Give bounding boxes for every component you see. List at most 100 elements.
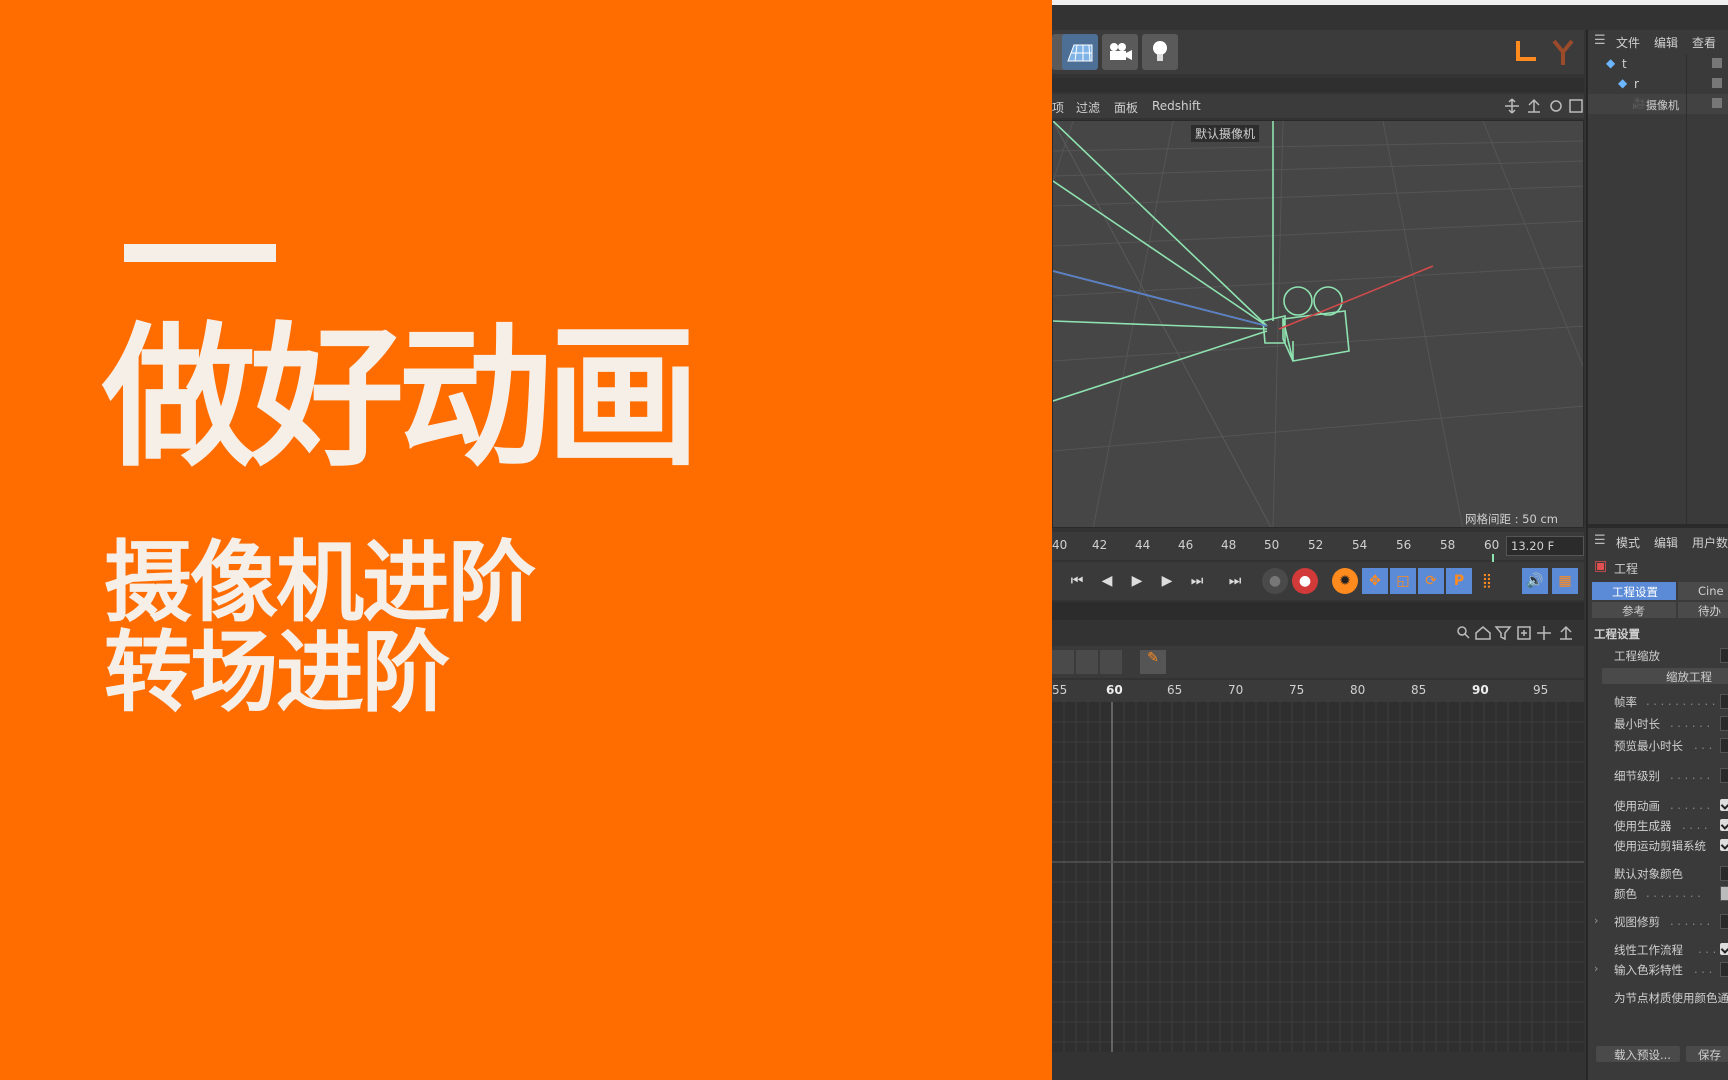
hamburger-icon[interactable]: ☰ [1594, 533, 1606, 548]
attr-row[interactable]: 使用运动剪辑系统 [1588, 838, 1728, 854]
key-brush-icon[interactable]: ✎ [1140, 650, 1166, 674]
axis-l-icon[interactable] [1507, 34, 1543, 70]
keyframe-gear-icon[interactable]: ✹ [1332, 568, 1358, 594]
am-menu-item[interactable]: 编辑 [1654, 534, 1678, 551]
autokey-icon[interactable]: ● [1292, 568, 1318, 594]
viewport-menu-item[interactable]: 过滤 [1076, 99, 1100, 116]
current-frame-value: 13.20 F [1511, 539, 1555, 553]
viewport-nav-icons[interactable] [1504, 98, 1584, 114]
expand-chevron-icon[interactable]: › [1594, 914, 1598, 927]
tab-reference[interactable]: 参考 [1592, 602, 1676, 618]
play-icon[interactable]: ▶ [1124, 568, 1150, 594]
prev-key-icon[interactable]: ◀ [1094, 568, 1120, 594]
attr-row-scale[interactable]: 工程缩放 [1588, 648, 1728, 664]
dope-sheet-ruler[interactable]: 55 60 65 70 75 80 85 90 95 [1052, 680, 1584, 702]
save-button[interactable]: 保存 [1686, 1046, 1728, 1062]
attr-row[interactable]: 使用动画 . . . . . . [1588, 798, 1728, 814]
attr-row[interactable]: 默认对象颜色 [1588, 866, 1728, 882]
scale-key-icon[interactable]: ◱ [1390, 568, 1416, 594]
color-swatch[interactable] [1720, 886, 1728, 901]
attr-row[interactable]: 线性工作流程 . . . [1588, 942, 1728, 958]
point-level-icon[interactable]: ⣿ [1474, 568, 1500, 594]
om-menu-item[interactable]: 查看 [1692, 34, 1716, 51]
dope-sheet-grid[interactable] [1052, 702, 1584, 1052]
rotate-key-icon[interactable]: ⟳ [1418, 568, 1444, 594]
attr-row[interactable]: 预览最小时长 . . . [1588, 738, 1728, 754]
viewport-menu-item[interactable]: Redshift [1152, 99, 1201, 113]
key-tool-icon[interactable] [1052, 650, 1074, 674]
attr-checkbox[interactable] [1720, 819, 1728, 831]
main-title: 做好动画 [102, 307, 700, 488]
floor-grid-icon[interactable] [1062, 34, 1098, 70]
attr-checkbox[interactable] [1720, 839, 1728, 851]
end-marker-icon[interactable]: ⏭ [1222, 568, 1248, 594]
om-column-divider [1686, 54, 1687, 524]
visibility-toggle-icon[interactable] [1712, 78, 1722, 88]
object-name: t [1622, 57, 1627, 71]
record-disabled-icon[interactable]: ● [1262, 568, 1288, 594]
attr-value-box[interactable] [1720, 738, 1728, 753]
next-key-icon[interactable]: ▶ [1154, 568, 1180, 594]
attr-value-box[interactable] [1720, 716, 1728, 731]
timeline-ruler[interactable]: 40 42 44 46 48 50 52 54 56 58 60 13.20 F [1052, 532, 1584, 562]
viewport-menu-item[interactable]: 项 [1052, 99, 1064, 116]
sound-icon[interactable]: 🔊 [1522, 568, 1548, 594]
timeline-tick: 56 [1396, 538, 1412, 552]
hamburger-icon[interactable]: ☰ [1594, 33, 1606, 48]
dope-sheet-key-tools: ✎ [1052, 646, 1584, 678]
attr-dots: . . . . . . [1670, 716, 1711, 730]
viewport-scene [1053, 121, 1583, 527]
attr-dots: . . . [1698, 942, 1717, 956]
viewport-menu-item[interactable]: 面板 [1114, 99, 1138, 116]
attr-value-box[interactable] [1720, 866, 1728, 881]
attr-checkbox[interactable] [1720, 943, 1728, 955]
go-to-start-icon[interactable]: ⏮ [1064, 568, 1090, 594]
am-menu-item[interactable]: 用户数 [1692, 534, 1728, 551]
light-bulb-icon[interactable] [1142, 34, 1178, 70]
om-menu-item[interactable]: 编辑 [1654, 34, 1678, 51]
key-tool-icon[interactable] [1100, 650, 1122, 674]
3d-viewport[interactable]: 默认摄像机 网格间距 : 50 cm [1052, 120, 1584, 528]
timeline-tick: 50 [1264, 538, 1280, 552]
attr-row[interactable]: 最小时长 . . . . . . [1588, 716, 1728, 732]
attr-row[interactable]: 细节级别 . . . . . . [1588, 768, 1728, 784]
om-menu-item[interactable]: 文件 [1616, 34, 1640, 51]
expand-chevron-icon[interactable]: › [1594, 962, 1598, 975]
dope-sheet-tool-icons[interactable] [1456, 625, 1584, 641]
tab-label: 参考 [1622, 604, 1645, 618]
object-row[interactable]: 🎥 摄像机 [1588, 94, 1728, 114]
timeline-tick: 42 [1092, 538, 1108, 552]
object-row[interactable]: ◆ r [1588, 74, 1728, 94]
attr-value-box[interactable] [1720, 694, 1728, 709]
attr-row[interactable]: 使用生成器 . . . . [1588, 818, 1728, 834]
attr-value-box[interactable] [1720, 648, 1728, 663]
axis-y-icon[interactable] [1545, 34, 1581, 70]
attr-value-box[interactable] [1720, 768, 1728, 783]
tab-todo[interactable]: 待办 [1678, 602, 1728, 618]
load-preset-button[interactable]: 载入预设... [1596, 1046, 1680, 1062]
visibility-toggle-icon[interactable] [1712, 98, 1722, 108]
key-tool-icon[interactable] [1076, 650, 1098, 674]
go-to-end-icon[interactable]: ⏭ [1184, 568, 1210, 594]
attr-checkbox[interactable] [1720, 799, 1728, 811]
current-frame-field[interactable]: 13.20 F [1506, 536, 1584, 556]
playhead-marker[interactable] [1492, 554, 1494, 562]
attr-row[interactable]: › 视图修剪 . . . . . . [1588, 914, 1728, 930]
move-key-icon[interactable]: ✥ [1362, 568, 1388, 594]
attr-value-box[interactable] [1720, 914, 1728, 929]
tab-project-settings[interactable]: 工程设置 [1592, 582, 1676, 600]
am-menu-item[interactable]: 模式 [1616, 534, 1640, 551]
attr-value-box[interactable] [1720, 962, 1728, 977]
attr-row[interactable]: 颜色 . . . . . . . . [1588, 886, 1728, 902]
tab-cineware[interactable]: Cine [1678, 582, 1728, 600]
attr-dots: . . . . . . [1670, 798, 1711, 812]
scale-project-button[interactable]: 缩放工程 [1602, 668, 1728, 684]
visibility-toggle-icon[interactable] [1712, 58, 1722, 68]
panel-separator [1052, 602, 1584, 620]
attr-row[interactable]: 帧率 . . . . . . . . . . [1588, 694, 1728, 710]
camera-tool-icon[interactable] [1102, 34, 1138, 70]
object-row[interactable]: ◆ t [1588, 54, 1728, 74]
film-icon[interactable]: ▦ [1552, 568, 1578, 594]
attr-row[interactable]: › 输入色彩特性 . . . [1588, 962, 1728, 978]
param-key-icon[interactable]: P [1446, 568, 1472, 594]
